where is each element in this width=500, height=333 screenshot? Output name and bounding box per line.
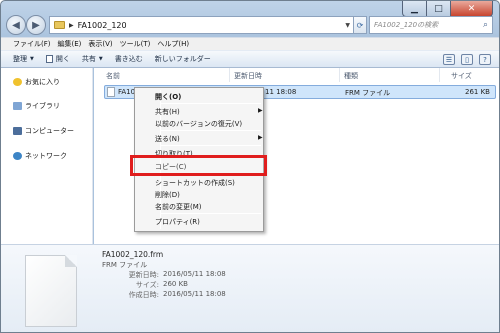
nav-label: ネットワーク — [25, 152, 67, 160]
preview-pane-icon[interactable]: ▯ — [461, 54, 473, 65]
menu-item-open[interactable]: 開く(O) — [155, 92, 181, 102]
view-options-icon[interactable]: ☰ — [443, 54, 455, 65]
file-modified: 11 18:08 — [265, 88, 297, 96]
new-folder-label: 新しいフォルダー — [154, 55, 211, 63]
details-filename: FA1002_120.frm — [102, 250, 164, 259]
highlight-box-copy — [130, 155, 267, 176]
nav-label: コンピューター — [25, 127, 74, 135]
close-button[interactable]: ✕ — [451, 1, 493, 17]
file-icon — [107, 87, 115, 97]
menu-item-send-to[interactable]: 送る(N) ▶ — [155, 134, 263, 144]
help-icon[interactable]: ? — [479, 54, 491, 65]
navigation-pane: お気に入り ライブラリ コンピューター ネットワーク — [1, 68, 93, 244]
address-bar[interactable]: ▶ FA1002_120 ▼ — [49, 16, 354, 34]
details-pane: FA1002_120.frm FRM ファイル 更新日時: 2016/05/11… — [1, 244, 499, 332]
star-icon — [13, 78, 22, 86]
menu-view[interactable]: 表示(V) — [88, 39, 112, 49]
nav-label: お気に入り — [25, 78, 60, 86]
menu-help[interactable]: ヘルプ(H) — [157, 39, 189, 49]
column-divider[interactable] — [439, 68, 440, 82]
search-placeholder: FA1002_120の検索 — [374, 21, 439, 29]
column-header-type[interactable]: 種類 — [344, 71, 358, 81]
caption-buttons: ▁ □ ✕ — [402, 1, 493, 17]
maximize-button[interactable]: □ — [427, 1, 451, 17]
menu-tools[interactable]: ツール(T) — [120, 39, 151, 49]
menu-item-rename[interactable]: 名前の変更(M) — [155, 202, 202, 212]
arrow-right-icon: ▶ — [32, 19, 40, 31]
chevron-down-icon: ▼ — [30, 56, 34, 62]
refresh-icon: ⟳ — [356, 20, 364, 30]
minimize-button[interactable]: ▁ — [402, 1, 427, 17]
forward-button[interactable]: ▶ — [26, 15, 46, 35]
column-divider[interactable] — [229, 68, 230, 82]
details-modified-value: 2016/05/11 18:08 — [163, 270, 226, 278]
chevron-down-icon[interactable]: ▼ — [345, 22, 350, 29]
organize-button[interactable]: 整理 ▼ — [13, 54, 34, 64]
command-bar: 整理 ▼ 開く 共有 ▼ 書き込む 新しいフォルダー ☰ ▯ ? — [1, 50, 499, 68]
organize-label: 整理 — [13, 55, 27, 63]
open-label: 開く — [55, 55, 70, 63]
refresh-button[interactable]: ⟳ — [353, 16, 367, 34]
network-icon — [13, 152, 22, 160]
column-headers: 名前 更新日時 種類 サイズ — [94, 68, 499, 82]
submenu-arrow-icon: ▶ — [258, 107, 263, 114]
details-size-value: 260 KB — [163, 280, 188, 288]
chevron-down-icon: ▼ — [98, 56, 103, 62]
burn-button[interactable]: 書き込む — [115, 54, 143, 64]
menu-edit[interactable]: 編集(E) — [58, 39, 82, 49]
burn-label: 書き込む — [114, 55, 143, 63]
details-modified-label: 更新日時: — [128, 271, 159, 279]
menu-separator — [161, 103, 261, 104]
share-button[interactable]: 共有 ▼ — [82, 54, 103, 64]
library-icon — [13, 102, 22, 110]
menu-separator — [161, 145, 261, 146]
address-path: FA1002_120 — [77, 20, 127, 30]
arrow-left-icon: ◀ — [12, 19, 20, 31]
document-icon — [25, 255, 77, 327]
open-icon — [45, 55, 53, 63]
file-type: FRM ファイル — [345, 89, 391, 97]
menu-bar: ファイル(F) 編集(E) 表示(V) ツール(T) ヘルプ(H) — [1, 37, 499, 50]
explorer-window: ▁ □ ✕ ◀ ▶ ▶ FA1002_120 ▼ ⟳ FA1002_120の検索… — [0, 0, 500, 333]
nav-item-network[interactable]: ネットワーク — [13, 151, 67, 161]
menu-item-share[interactable]: 共有(H) ▶ — [155, 107, 263, 117]
breadcrumb-chevron-icon: ▶ — [69, 21, 74, 29]
nav-item-libraries[interactable]: ライブラリ — [13, 101, 60, 111]
nav-item-computer[interactable]: コンピューター — [13, 126, 74, 136]
submenu-arrow-icon: ▶ — [258, 134, 263, 141]
search-input[interactable]: FA1002_120の検索 ⌕ — [369, 16, 493, 34]
menu-item-delete[interactable]: 削除(D) — [155, 190, 180, 200]
details-created-value: 2016/05/11 18:08 — [163, 290, 226, 298]
back-button[interactable]: ◀ — [6, 15, 26, 35]
nav-item-favorites[interactable]: お気に入り — [13, 77, 60, 87]
computer-icon — [13, 127, 22, 135]
column-divider[interactable] — [339, 68, 340, 82]
column-header-modified[interactable]: 更新日時 — [234, 71, 262, 81]
share-label: 共有 — [81, 55, 96, 63]
menu-item-create-shortcut[interactable]: ショートカットの作成(S) — [155, 178, 235, 188]
folder-icon — [54, 21, 65, 29]
file-size: 261 KB — [465, 88, 490, 96]
new-folder-button[interactable]: 新しいフォルダー — [155, 54, 211, 64]
menu-item-restore-previous[interactable]: 以前のバージョンの復元(V) — [155, 119, 242, 129]
search-icon: ⌕ — [482, 20, 488, 30]
menu-item-properties[interactable]: プロパティ(R) — [155, 217, 200, 227]
nav-label: ライブラリ — [25, 102, 60, 110]
menu-separator — [161, 213, 261, 214]
menu-separator — [161, 130, 261, 131]
details-created-label: 作成日時: — [128, 291, 159, 299]
menu-file[interactable]: ファイル(F) — [13, 39, 51, 49]
details-filetype: FRM ファイル — [102, 261, 148, 269]
column-header-name[interactable]: 名前 — [106, 71, 120, 81]
column-header-size[interactable]: サイズ — [451, 71, 472, 81]
details-size-label: サイズ: — [135, 281, 159, 289]
view-controls: ☰ ▯ ? — [437, 54, 491, 65]
open-button[interactable]: 開く — [45, 54, 70, 64]
